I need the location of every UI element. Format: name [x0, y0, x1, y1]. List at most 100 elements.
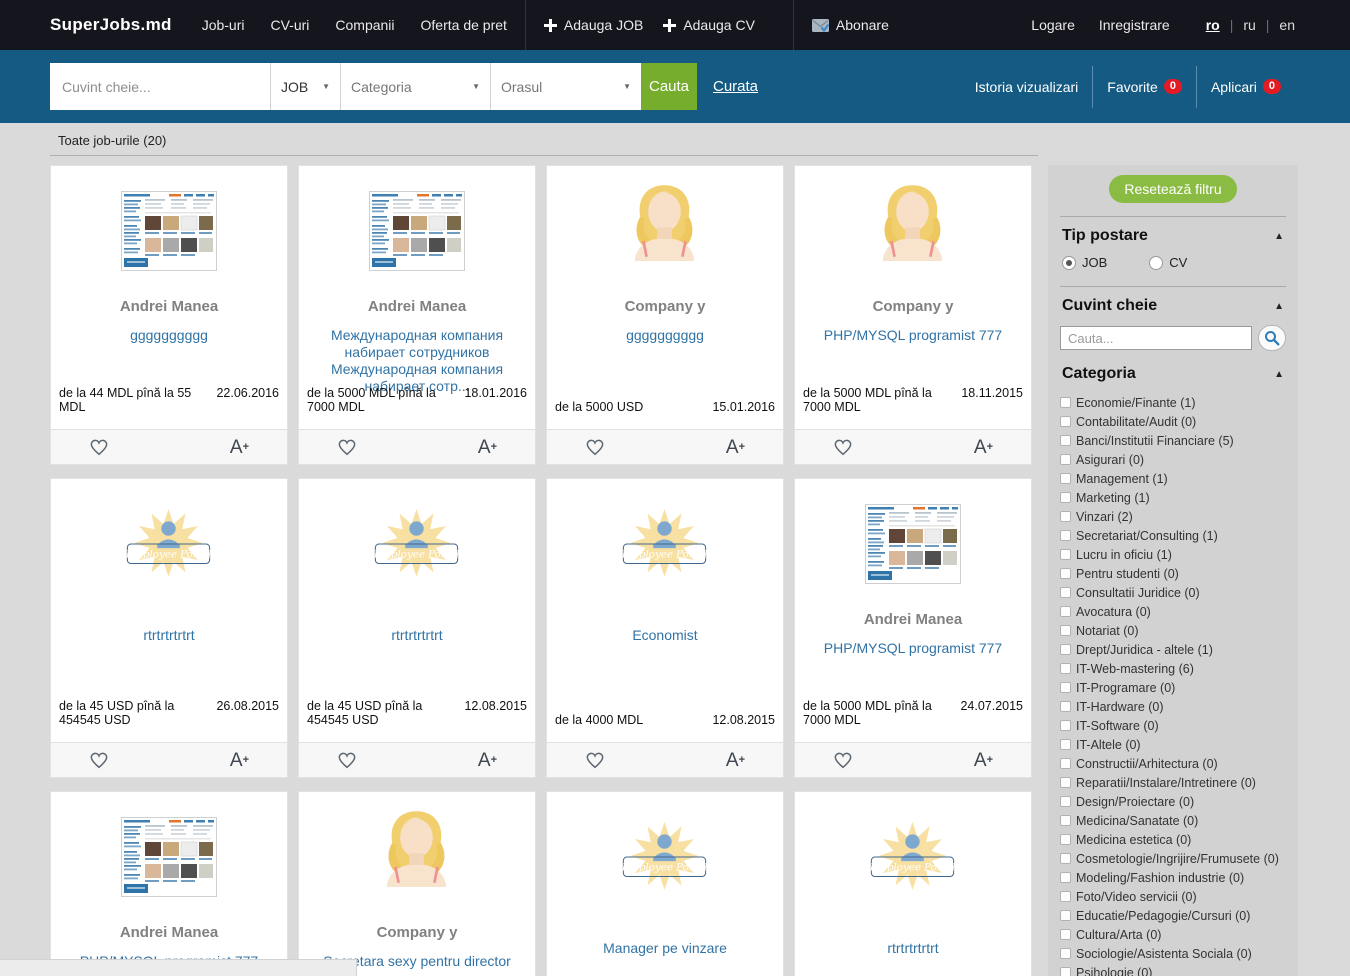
category-item[interactable]: Marketing (1): [1060, 488, 1286, 507]
job-card-image[interactable]: Employee Portal: [611, 485, 719, 603]
job-card-image[interactable]: Employee Portal: [363, 485, 471, 603]
radio-cv[interactable]: CV: [1149, 255, 1187, 270]
category-checkbox[interactable]: [1060, 587, 1071, 598]
chevron-up-icon[interactable]: ▲: [1274, 301, 1284, 312]
category-checkbox[interactable]: [1060, 967, 1071, 976]
category-checkbox[interactable]: [1060, 929, 1071, 940]
job-title-link[interactable]: gggggggggg: [614, 327, 716, 344]
category-item[interactable]: Consultatii Juridice (0): [1060, 583, 1286, 602]
job-title-link[interactable]: Economist: [620, 627, 709, 644]
category-checkbox[interactable]: [1060, 872, 1071, 883]
category-item[interactable]: Notariat (0): [1060, 621, 1286, 640]
category-item[interactable]: IT-Software (0): [1060, 716, 1286, 735]
subscribe-link[interactable]: Abonare: [812, 17, 889, 33]
city-select[interactable]: Orasul ▼: [490, 63, 641, 110]
type-select[interactable]: JOB ▼: [270, 63, 340, 110]
category-checkbox[interactable]: [1060, 606, 1071, 617]
category-checkbox[interactable]: [1060, 530, 1071, 541]
nav-item-companii[interactable]: Companii: [335, 17, 394, 33]
language-en[interactable]: en: [1279, 17, 1295, 33]
favorites-link[interactable]: Favorite 0: [1093, 79, 1196, 95]
job-card-image[interactable]: Employee Portal: [367, 798, 467, 916]
category-checkbox[interactable]: [1060, 397, 1071, 408]
chevron-up-icon[interactable]: ▲: [1274, 369, 1284, 380]
apply-button[interactable]: A+: [726, 438, 745, 457]
category-item[interactable]: Drept/Juridica - altele (1): [1060, 640, 1286, 659]
category-checkbox[interactable]: [1060, 511, 1071, 522]
job-title-link[interactable]: Manager pe vinzare: [591, 940, 739, 957]
job-title-link[interactable]: PHP/MYSQL programist 777: [812, 640, 1014, 657]
add-cv-button[interactable]: Adauga CV: [663, 17, 755, 33]
favorite-button[interactable]: [833, 751, 853, 769]
nav-item-oferta[interactable]: Oferta de pret: [421, 17, 507, 33]
radio-job[interactable]: JOB: [1062, 255, 1107, 270]
job-title-link[interactable]: gggggggggg: [118, 327, 220, 344]
category-checkbox[interactable]: [1060, 625, 1071, 636]
category-item[interactable]: Modeling/Fashion industrie (0): [1060, 868, 1286, 887]
apply-button[interactable]: A+: [974, 438, 993, 457]
category-checkbox[interactable]: [1060, 910, 1071, 921]
job-title-link[interactable]: rtrtrtrtrtrt: [875, 940, 950, 957]
favorite-button[interactable]: [89, 438, 109, 456]
category-checkbox[interactable]: [1060, 473, 1071, 484]
category-checkbox[interactable]: [1060, 720, 1071, 731]
site-logo[interactable]: SuperJobs.md: [50, 15, 172, 35]
category-checkbox[interactable]: [1060, 891, 1071, 902]
login-link[interactable]: Logare: [1031, 17, 1075, 33]
search-button[interactable]: Cauta: [641, 63, 697, 110]
category-item[interactable]: Banci/Institutii Financiare (5): [1060, 431, 1286, 450]
category-item[interactable]: Vinzari (2): [1060, 507, 1286, 526]
category-checkbox[interactable]: [1060, 739, 1071, 750]
company-name[interactable]: Andrei Manea: [120, 298, 218, 315]
apply-button[interactable]: A+: [230, 751, 249, 770]
category-checkbox[interactable]: [1060, 454, 1071, 465]
sidebar-search-button[interactable]: [1258, 325, 1286, 351]
keyword-input[interactable]: [50, 63, 270, 110]
apply-button[interactable]: A+: [974, 751, 993, 770]
clear-filters-link[interactable]: Curata: [713, 78, 758, 95]
job-card-image[interactable]: Employee Portal: [615, 172, 715, 290]
apply-button[interactable]: A+: [478, 751, 497, 770]
category-item[interactable]: Secretariat/Consulting (1): [1060, 526, 1286, 545]
category-item[interactable]: Reparatii/Instalare/Intretinere (0): [1060, 773, 1286, 792]
apply-button[interactable]: A+: [478, 438, 497, 457]
add-job-button[interactable]: Adauga JOB: [544, 17, 643, 33]
category-checkbox[interactable]: [1060, 435, 1071, 446]
apply-button[interactable]: A+: [726, 751, 745, 770]
category-checkbox[interactable]: [1060, 758, 1071, 769]
sidebar-search-input[interactable]: [1060, 326, 1252, 350]
category-item[interactable]: Psihologie (0): [1060, 963, 1286, 976]
favorite-button[interactable]: [89, 751, 109, 769]
company-name[interactable]: Andrei Manea: [864, 611, 962, 628]
category-checkbox[interactable]: [1060, 948, 1071, 959]
category-item[interactable]: Economie/Finante (1): [1060, 393, 1286, 412]
category-item[interactable]: Cosmetologie/Ingrijire/Frumusete (0): [1060, 849, 1286, 868]
category-checkbox[interactable]: [1060, 682, 1071, 693]
category-item[interactable]: Educatie/Pedagogie/Cursuri (0): [1060, 906, 1286, 925]
category-item[interactable]: Management (1): [1060, 469, 1286, 488]
category-item[interactable]: IT-Hardware (0): [1060, 697, 1286, 716]
category-checkbox[interactable]: [1060, 815, 1071, 826]
category-select[interactable]: Categoria ▼: [340, 63, 490, 110]
job-card-image[interactable]: Employee Portal: [865, 485, 961, 603]
language-ru[interactable]: ru: [1243, 17, 1255, 33]
company-name[interactable]: Company y: [377, 924, 458, 941]
job-card-image[interactable]: Employee Portal: [611, 798, 719, 916]
category-item[interactable]: Medicina estetica (0): [1060, 830, 1286, 849]
category-item[interactable]: Cultura/Arta (0): [1060, 925, 1286, 944]
language-ro[interactable]: ro: [1206, 17, 1220, 33]
category-checkbox[interactable]: [1060, 701, 1071, 712]
category-item[interactable]: Constructii/Arhitectura (0): [1060, 754, 1286, 773]
job-card-image[interactable]: Employee Portal: [115, 485, 223, 603]
job-card-image[interactable]: Employee Portal: [121, 172, 217, 290]
category-checkbox[interactable]: [1060, 492, 1071, 503]
category-checkbox[interactable]: [1060, 834, 1071, 845]
category-item[interactable]: Design/Proiectare (0): [1060, 792, 1286, 811]
category-checkbox[interactable]: [1060, 663, 1071, 674]
category-item[interactable]: Sociologie/Asistenta Sociala (0): [1060, 944, 1286, 963]
job-card-image[interactable]: Employee Portal: [121, 798, 217, 916]
category-checkbox[interactable]: [1060, 796, 1071, 807]
category-item[interactable]: IT-Altele (0): [1060, 735, 1286, 754]
job-card-image[interactable]: Employee Portal: [863, 172, 963, 290]
view-history-link[interactable]: Istoria vizualizari: [961, 79, 1092, 95]
